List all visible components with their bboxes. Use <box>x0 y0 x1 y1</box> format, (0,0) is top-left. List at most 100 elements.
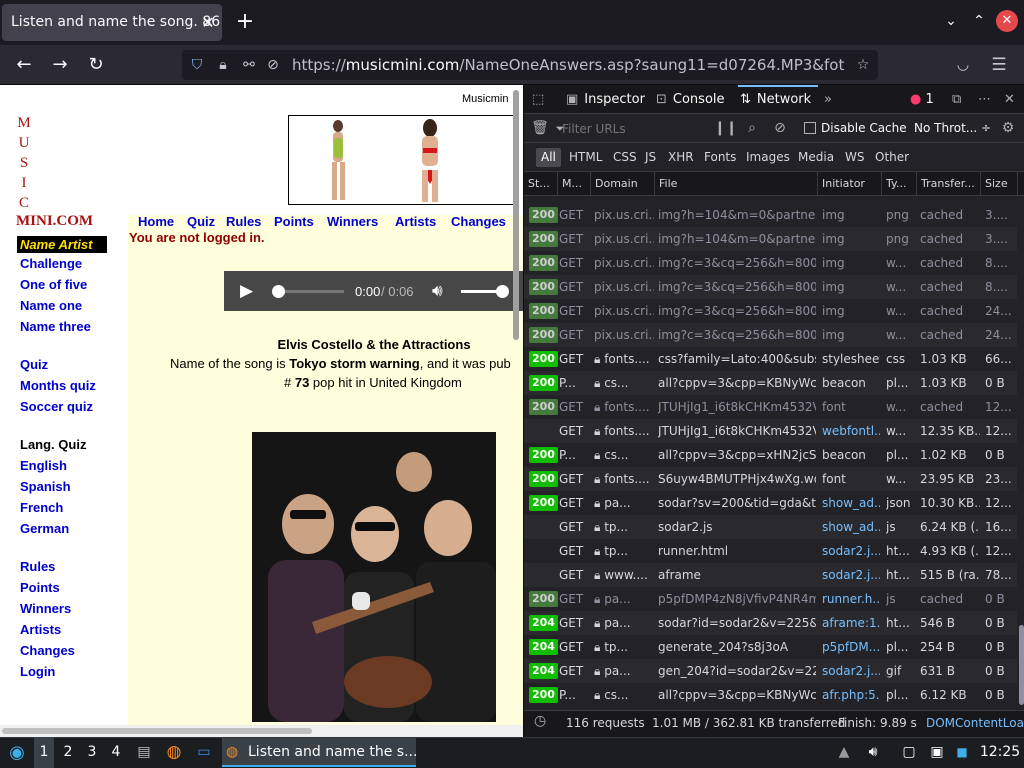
type-filter-css[interactable]: CSS <box>608 148 642 167</box>
topnav-quiz[interactable]: Quiz <box>187 214 215 229</box>
sidebar-link-name-one[interactable]: Name one <box>20 298 82 313</box>
topnav-points[interactable]: Points <box>274 214 314 229</box>
pocket-icon[interactable]: ◡ <box>952 54 974 76</box>
sidebar-link-german[interactable]: German <box>20 521 69 536</box>
music-logo[interactable]: M U S I C <box>14 113 34 213</box>
name-artist-link[interactable]: Name Artist <box>17 236 107 253</box>
settings-gear-icon[interactable]: ⚙ <box>998 114 1018 143</box>
request-row[interactable]: 200P... 🔒︎ cs... all?cppv=3&cpp=KBNyWcSxlf… <box>524 371 1017 395</box>
request-row[interactable]: 200GET pix.us.cri... img?c=3&cq=256&h=800&… <box>524 251 1017 275</box>
desktop-3[interactable]: 3 <box>82 737 102 768</box>
dock-layout-icon[interactable]: ⧉ <box>952 85 961 114</box>
desktop-1[interactable]: 1 <box>34 737 54 768</box>
sidebar-link-rules[interactable]: Rules <box>20 559 55 574</box>
file-manager-icon[interactable]: ▤ <box>132 737 156 768</box>
system-tray-expand-icon[interactable]: ▲ <box>834 737 854 768</box>
sidebar-link-french[interactable]: French <box>20 500 63 515</box>
disable-cache-checkbox[interactable]: Disable Cache <box>804 114 907 143</box>
tab-list-chevron-icon[interactable]: ⌄ <box>940 10 962 32</box>
request-row[interactable]: 204 GET 🔒︎ tp... generate_204?s8j3oA p5pfDM.… <box>524 635 1017 659</box>
sidebar-link-quiz[interactable]: Quiz <box>20 357 48 372</box>
browser-tab[interactable]: Listen and name the song. 86 <box>2 4 222 41</box>
sidebar-link-changes[interactable]: Changes <box>20 643 75 658</box>
request-row[interactable]: 200GET 🔒︎ pa... p5pfDMP4zN8jVfivP4NR4myko r… <box>524 587 1017 611</box>
request-list-scrollbar[interactable] <box>1019 625 1024 705</box>
throttling-select[interactable]: No Throt... ÷ <box>914 114 991 143</box>
tab-console[interactable]: ⊡ Console <box>656 85 725 114</box>
sidebar-link-name-three[interactable]: Name three <box>20 319 91 334</box>
request-row[interactable]: 200GET pix.us.cri... img?c=3&cq=256&h=800&… <box>524 323 1017 347</box>
element-picker-icon[interactable]: ⬚ <box>532 85 544 114</box>
column-type[interactable]: Ty... <box>882 172 917 196</box>
forward-arrow-icon[interactable]: → <box>46 51 74 79</box>
type-filter-fonts[interactable]: Fonts <box>699 148 741 167</box>
sidebar-link-one-of-five[interactable]: One of five <box>20 277 87 292</box>
tab-network[interactable]: ⇅ Network <box>740 85 811 114</box>
request-row[interactable]: 200GET pix.us.cri... img?c=3&cq=256&h=800&… <box>524 275 1017 299</box>
new-tab-button[interactable]: + <box>232 8 258 36</box>
sidebar-link-challenge[interactable]: Challenge <box>20 256 82 271</box>
request-row[interactable]: 200 GET 🔒︎ fonts.... css?family=Lato:400&su… <box>524 347 1017 371</box>
audio-progress-handle[interactable] <box>272 285 285 298</box>
more-tabs-chevron-icon[interactable]: » <box>824 85 832 114</box>
type-filter-images[interactable]: Images <box>741 148 795 167</box>
window-icon[interactable]: ▭ <box>192 737 216 768</box>
sidebar-link-spanish[interactable]: Spanish <box>20 479 71 494</box>
volume-icon[interactable]: 🔊︎ <box>432 281 443 301</box>
notification-icon[interactable]: ■ <box>952 737 972 768</box>
back-arrow-icon[interactable]: ← <box>10 51 38 79</box>
devtools-menu-icon[interactable]: ⋯ <box>978 85 991 114</box>
sidebar-link-winners[interactable]: Winners <box>20 601 71 616</box>
mini-logo[interactable]: MINI.COM <box>16 213 93 230</box>
desktop-4[interactable]: 4 <box>106 737 126 768</box>
tracking-blocked-icon[interactable]: ⊘ <box>262 54 284 76</box>
request-row[interactable]: 200GET 🔒︎ fonts.... S6uyw4BMUTPHjx4wXg.wof… <box>524 467 1017 491</box>
topnav-changes[interactable]: Changes <box>451 214 506 229</box>
pause-icon[interactable]: ❙❙ <box>714 114 737 143</box>
topnav-artists[interactable]: Artists <box>395 214 436 229</box>
type-filter-js[interactable]: JS <box>640 148 661 167</box>
volume-tray-icon[interactable]: 🔊︎ <box>862 737 884 768</box>
taskbar-window-firefox[interactable]: ◍ Listen and name the s... <box>222 738 416 767</box>
column-initiator[interactable]: Initiator <box>818 172 882 196</box>
page-horizontal-scrollbar[interactable] <box>2 728 312 734</box>
column-domain[interactable]: Domain <box>591 172 655 196</box>
window-close-icon[interactable]: ✕ <box>996 10 1018 32</box>
column-method[interactable]: M... <box>558 172 591 196</box>
sidebar-link-soccer-quiz[interactable]: Soccer quiz <box>20 399 93 414</box>
column-size[interactable]: Size <box>981 172 1018 196</box>
topnav-winners[interactable]: Winners <box>327 214 378 229</box>
play-icon[interactable]: ▶ <box>240 281 260 301</box>
request-row[interactable]: 200GET pix.us.cri... img?h=104&m=0&partner… <box>524 227 1017 251</box>
request-row[interactable]: 200GET 🔒︎ pa... sodar?sv=200&tid=gda&tv=r2… <box>524 491 1017 515</box>
type-filter-ws[interactable]: WS <box>840 148 869 167</box>
clock[interactable]: 12:25 <box>978 737 1022 768</box>
tab-inspector[interactable]: ▣ Inspector <box>566 85 645 114</box>
performance-icon[interactable]: ◷ <box>534 713 546 729</box>
topnav-rules[interactable]: Rules <box>226 214 261 229</box>
volume-handle[interactable] <box>496 285 509 298</box>
display-tray-icon[interactable]: ▣ <box>926 737 948 768</box>
request-row[interactable]: 200P... 🔒︎ cs... all?cppv=3&cpp=KBNyWcSxlf… <box>524 683 1017 707</box>
devtools-close-icon[interactable]: ✕ <box>1004 85 1015 114</box>
tab-close-icon[interactable]: ✕ <box>196 4 220 41</box>
block-requests-icon[interactable]: ⊘ <box>770 114 790 143</box>
desktop-2[interactable]: 2 <box>58 737 78 768</box>
request-row[interactable]: 200P... 🔒︎ cs... all?cppv=3&cpp=xHN2jcSxlf… <box>524 443 1017 467</box>
menu-hamburger-icon[interactable]: ☰ <box>988 54 1010 76</box>
reload-icon[interactable]: ↻ <box>82 51 110 79</box>
request-row[interactable]: GET 🔒︎ tp... runner.html sodar2.j... ht... 4.… <box>524 539 1017 563</box>
lock-icon[interactable]: 🔒︎ <box>212 54 234 76</box>
type-filter-xhr[interactable]: XHR <box>663 148 699 167</box>
sidebar-link-artists[interactable]: Artists <box>20 622 61 637</box>
trash-icon[interactable]: 🗑︎ <box>530 114 550 143</box>
permissions-icon[interactable]: ⚯ <box>238 54 260 76</box>
maximize-icon[interactable]: ⌃ <box>968 10 990 32</box>
request-row[interactable]: 204GET 🔒︎ pa... sodar?id=sodar2&v=225&li=g… <box>524 611 1017 635</box>
firefox-icon[interactable]: ◍ <box>162 737 186 768</box>
request-row[interactable]: 204GET 🔒︎ pa... gen_204?id=sodar2&v=225&t=… <box>524 659 1017 683</box>
type-filter-other[interactable]: Other <box>870 148 914 167</box>
clipboard-icon[interactable]: ▢ <box>898 737 920 768</box>
shield-icon[interactable]: ⛉ <box>186 54 208 76</box>
request-row[interactable]: GET 🔒︎ tp... sodar2.js show_ad... js 6.24 KB … <box>524 515 1017 539</box>
